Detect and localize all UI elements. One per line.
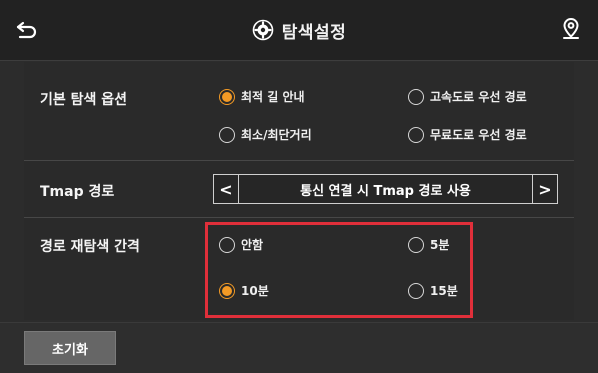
radio-unselected xyxy=(408,282,424,299)
option-shortest-distance[interactable]: 최소/최단거리 xyxy=(219,126,312,143)
option-optimal-route[interactable]: 최적 길 안내 xyxy=(219,88,305,105)
radio-selected xyxy=(219,88,235,105)
radio-unselected xyxy=(408,126,424,143)
tmap-route-value: 통신 연결 시 Tmap 경로 사용 xyxy=(300,183,471,199)
reroute-interval-label: 경로 재탐색 간격 xyxy=(40,239,140,255)
tmap-route-selector: < 통신 연결 시 Tmap 경로 사용 > xyxy=(213,174,558,204)
option-free-road-priority[interactable]: 무료도로 우선 경로 xyxy=(408,126,527,143)
gear-icon xyxy=(252,19,274,41)
radio-unselected xyxy=(408,88,424,105)
option-label: 최적 길 안내 xyxy=(241,90,305,104)
option-interval-5min[interactable]: 5분 xyxy=(408,236,449,253)
location-button[interactable] xyxy=(558,16,584,44)
option-interval-10min[interactable]: 10분 xyxy=(219,282,269,299)
top-bar: 탐색설정 xyxy=(0,0,598,61)
back-arrow-icon xyxy=(16,21,37,39)
radio-unselected xyxy=(219,126,235,143)
option-label: 10분 xyxy=(241,284,269,298)
footer-bar: 초기화 xyxy=(0,322,598,373)
radio-unselected xyxy=(219,236,235,253)
radio-unselected xyxy=(408,236,424,253)
tmap-route-label: Tmap 경로 xyxy=(40,184,115,200)
option-label: 최소/최단거리 xyxy=(241,128,312,142)
navigation-settings-screen: 탐색설정 기본 탐색 옵션 최적 길 안내 고속도로 우선 경로 최소/최단거리… xyxy=(0,0,598,373)
option-label: 5분 xyxy=(430,238,450,252)
option-interval-none[interactable]: 안함 xyxy=(219,236,263,253)
divider xyxy=(24,217,574,218)
option-interval-15min[interactable]: 15분 xyxy=(408,282,458,299)
back-button[interactable] xyxy=(14,18,42,42)
radio-selected xyxy=(219,282,235,299)
tmap-next-button[interactable]: > xyxy=(532,175,557,203)
option-label: 안함 xyxy=(241,238,264,252)
option-label: 고속도로 우선 경로 xyxy=(430,90,527,104)
tmap-prev-button[interactable]: < xyxy=(214,175,239,203)
option-label: 15분 xyxy=(430,284,458,298)
reset-button[interactable]: 초기화 xyxy=(24,331,116,365)
page-title: 탐색설정 xyxy=(281,22,347,43)
basic-search-label: 기본 탐색 옵션 xyxy=(40,92,128,108)
option-label: 무료도로 우선 경로 xyxy=(430,128,527,142)
divider xyxy=(24,160,574,161)
option-highway-priority[interactable]: 고속도로 우선 경로 xyxy=(408,88,527,105)
location-pin-icon xyxy=(563,17,579,39)
